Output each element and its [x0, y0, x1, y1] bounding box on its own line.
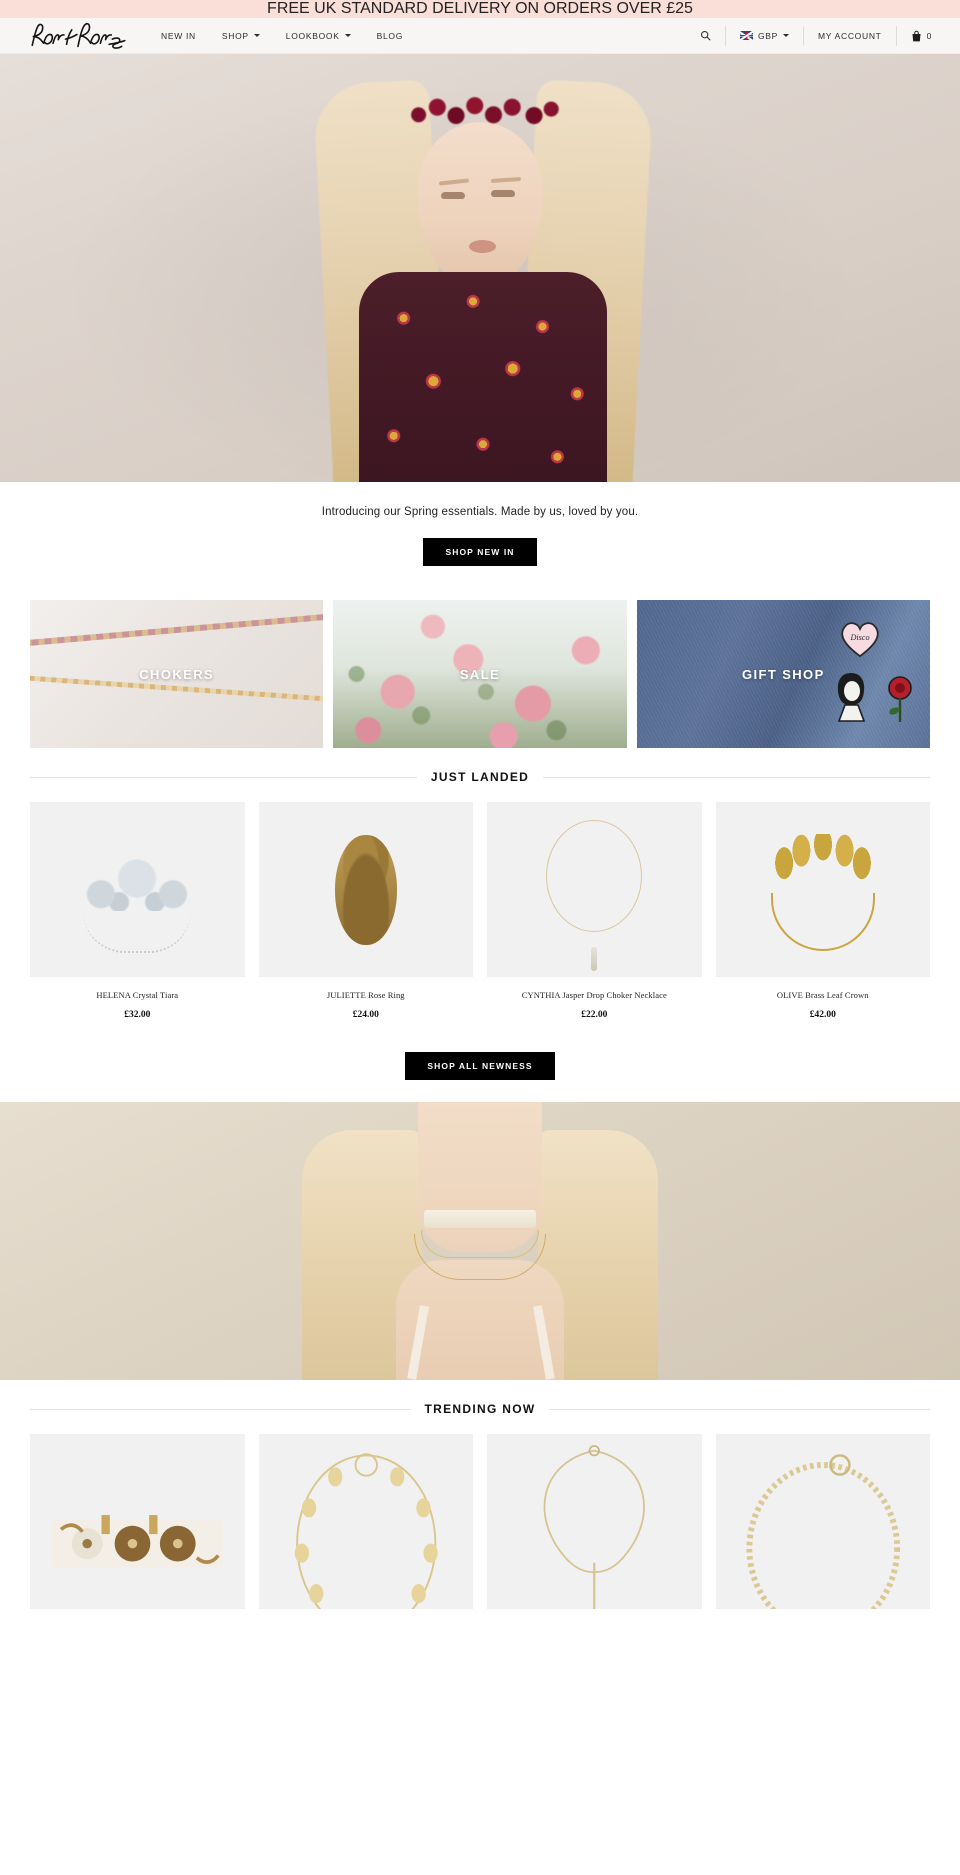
- product-image: [30, 1434, 245, 1609]
- product-card[interactable]: [30, 1434, 245, 1609]
- product-price: £24.00: [352, 1010, 379, 1020]
- my-account-link[interactable]: MY ACCOUNT: [804, 26, 896, 46]
- shop-all-newness-button[interactable]: SHOP ALL NEWNESS: [405, 1052, 555, 1080]
- nav-item-new-in[interactable]: NEW IN: [148, 31, 209, 41]
- nav-label: NEW IN: [161, 30, 196, 41]
- nav-label: LOOKBOOK: [285, 30, 340, 41]
- product-name: OLIVE Brass Leaf Crown: [776, 990, 869, 1000]
- category-tiles: CHOKERS SALE Disco GIFT SHOP: [0, 566, 960, 748]
- trending-now-heading: TRENDING NOW: [0, 1402, 960, 1416]
- product-card[interactable]: [487, 1434, 702, 1609]
- search-button[interactable]: [686, 26, 725, 46]
- announcement-text: FREE UK STANDARD DELIVERY ON ORDERS OVER…: [267, 0, 693, 17]
- flower-crown: [403, 92, 559, 130]
- category-tile-label: SALE: [459, 666, 501, 682]
- product-image: [715, 802, 930, 977]
- site-header: Rock N Rose NEW IN SHOP LOOKBOOK BLOG: [0, 18, 960, 54]
- product-card[interactable]: HELENA Crystal Tiara £32.00: [30, 802, 245, 1020]
- shop-new-in-button[interactable]: SHOP NEW IN: [423, 538, 537, 566]
- lookbook-banner[interactable]: [0, 1102, 960, 1380]
- floral-dress: [359, 272, 607, 482]
- nav-item-lookbook[interactable]: LOOKBOOK: [273, 31, 364, 41]
- rule-left: [30, 1408, 411, 1410]
- disc-charm-necklace-art: [294, 1453, 438, 1609]
- product-card[interactable]: [715, 1434, 930, 1609]
- shopping-bag-icon: [912, 30, 921, 41]
- trending-product-grid: [0, 1416, 960, 1609]
- product-image: [487, 1434, 702, 1609]
- chevron-down-icon: [783, 34, 790, 37]
- product-price: £32.00: [124, 1010, 151, 1020]
- header-utilities: GBP MY ACCOUNT 0: [686, 18, 946, 54]
- announcement-bar: FREE UK STANDARD DELIVERY ON ORDERS OVER…: [0, 0, 960, 18]
- main-nav: NEW IN SHOP LOOKBOOK BLOG: [148, 31, 686, 41]
- product-price: £22.00: [581, 1010, 608, 1020]
- category-tile-chokers[interactable]: CHOKERS: [30, 600, 324, 748]
- product-image: [487, 802, 702, 977]
- category-tile-label: CHOKERS: [139, 666, 215, 682]
- rule-left: [30, 776, 417, 778]
- product-card[interactable]: [258, 1434, 473, 1609]
- product-card[interactable]: CYNTHIA Jasper Drop Choker Necklace £22.…: [487, 802, 702, 1020]
- hero-model-image: [312, 54, 654, 482]
- just-landed-product-grid: HELENA Crystal Tiara £32.00 JULIETTE Ros…: [0, 784, 960, 1020]
- cart-button[interactable]: 0: [897, 26, 946, 46]
- product-card[interactable]: JULIETTE Rose Ring £24.00: [258, 802, 473, 1020]
- site-logo[interactable]: Rock N Rose: [26, 19, 130, 53]
- category-tile-label: GIFT SHOP: [741, 666, 825, 682]
- floral-choker-art: [51, 1515, 224, 1568]
- chevron-down-icon: [253, 34, 260, 37]
- lookbook-model-image: [300, 1102, 660, 1380]
- product-image: [30, 802, 245, 977]
- category-tile-gift-shop[interactable]: Disco GIFT SHOP: [636, 600, 930, 748]
- currency-selector[interactable]: GBP: [726, 26, 803, 46]
- currency-code: GBP: [757, 30, 779, 41]
- rule-right: [549, 1408, 930, 1410]
- product-image: [258, 802, 473, 977]
- chevron-down-icon: [344, 34, 351, 37]
- product-name: CYNTHIA Jasper Drop Choker Necklace: [521, 990, 667, 1000]
- product-name: HELENA Crystal Tiara: [96, 990, 179, 1000]
- nav-label: BLOG: [376, 30, 404, 41]
- search-icon: [700, 30, 711, 41]
- category-tile-sale[interactable]: SALE: [333, 600, 627, 748]
- beaded-chain-necklace-art: [745, 1454, 900, 1609]
- product-card[interactable]: OLIVE Brass Leaf Crown £42.00: [715, 802, 930, 1020]
- nav-item-shop[interactable]: SHOP: [209, 31, 273, 41]
- lace-choker: [424, 1210, 536, 1228]
- intro-section: Introducing our Spring essentials. Made …: [0, 482, 960, 566]
- rule-right: [543, 776, 930, 778]
- just-landed-cta-wrap: SHOP ALL NEWNESS: [0, 1020, 960, 1080]
- uk-flag-icon: [739, 31, 753, 40]
- product-price: £42.00: [809, 1010, 836, 1020]
- product-image: [258, 1434, 473, 1609]
- just-landed-heading: JUST LANDED: [0, 770, 960, 784]
- account-label: MY ACCOUNT: [818, 30, 882, 41]
- product-name: JULIETTE Rose Ring: [326, 990, 405, 1000]
- cart-count: 0: [926, 30, 932, 41]
- nav-item-blog[interactable]: BLOG: [364, 31, 416, 41]
- intro-text: Introducing our Spring essentials. Made …: [321, 506, 639, 518]
- hero-banner[interactable]: [0, 54, 960, 482]
- nav-label: SHOP: [221, 30, 249, 41]
- product-image: [715, 1434, 930, 1609]
- section-title: JUST LANDED: [430, 770, 530, 784]
- section-title: TRENDING NOW: [424, 1402, 536, 1416]
- lariat-necklace-art: [543, 1445, 645, 1609]
